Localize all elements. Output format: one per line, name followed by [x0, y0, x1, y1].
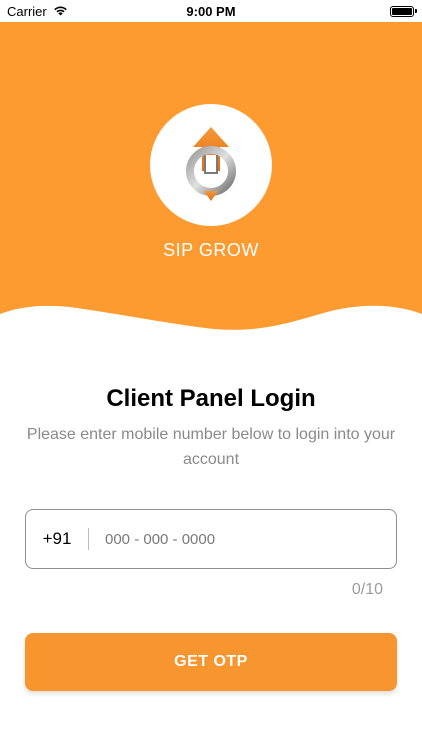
character-counter: 0/10 — [351, 581, 383, 598]
page-subtitle: Please enter mobile number below to logi… — [26, 426, 396, 468]
mobile-number-input[interactable] — [89, 510, 396, 568]
status-left: Carrier — [7, 4, 68, 19]
sip-grow-logo-icon — [186, 127, 236, 201]
brand-name: SIP GROW — [163, 240, 259, 260]
page-title: Client Panel Login — [106, 385, 316, 412]
wifi-icon — [53, 4, 68, 19]
status-bar: Carrier 9:00 PM — [0, 0, 422, 22]
mobile-number-field[interactable]: +91 — [25, 509, 397, 569]
country-code: +91 — [42, 529, 72, 548]
header-banner: SIP GROW — [0, 22, 422, 352]
battery-icon — [390, 5, 417, 17]
logo-badge — [150, 104, 272, 226]
get-otp-button[interactable]: GET OTP — [25, 633, 397, 691]
carrier-label: Carrier — [7, 3, 47, 19]
